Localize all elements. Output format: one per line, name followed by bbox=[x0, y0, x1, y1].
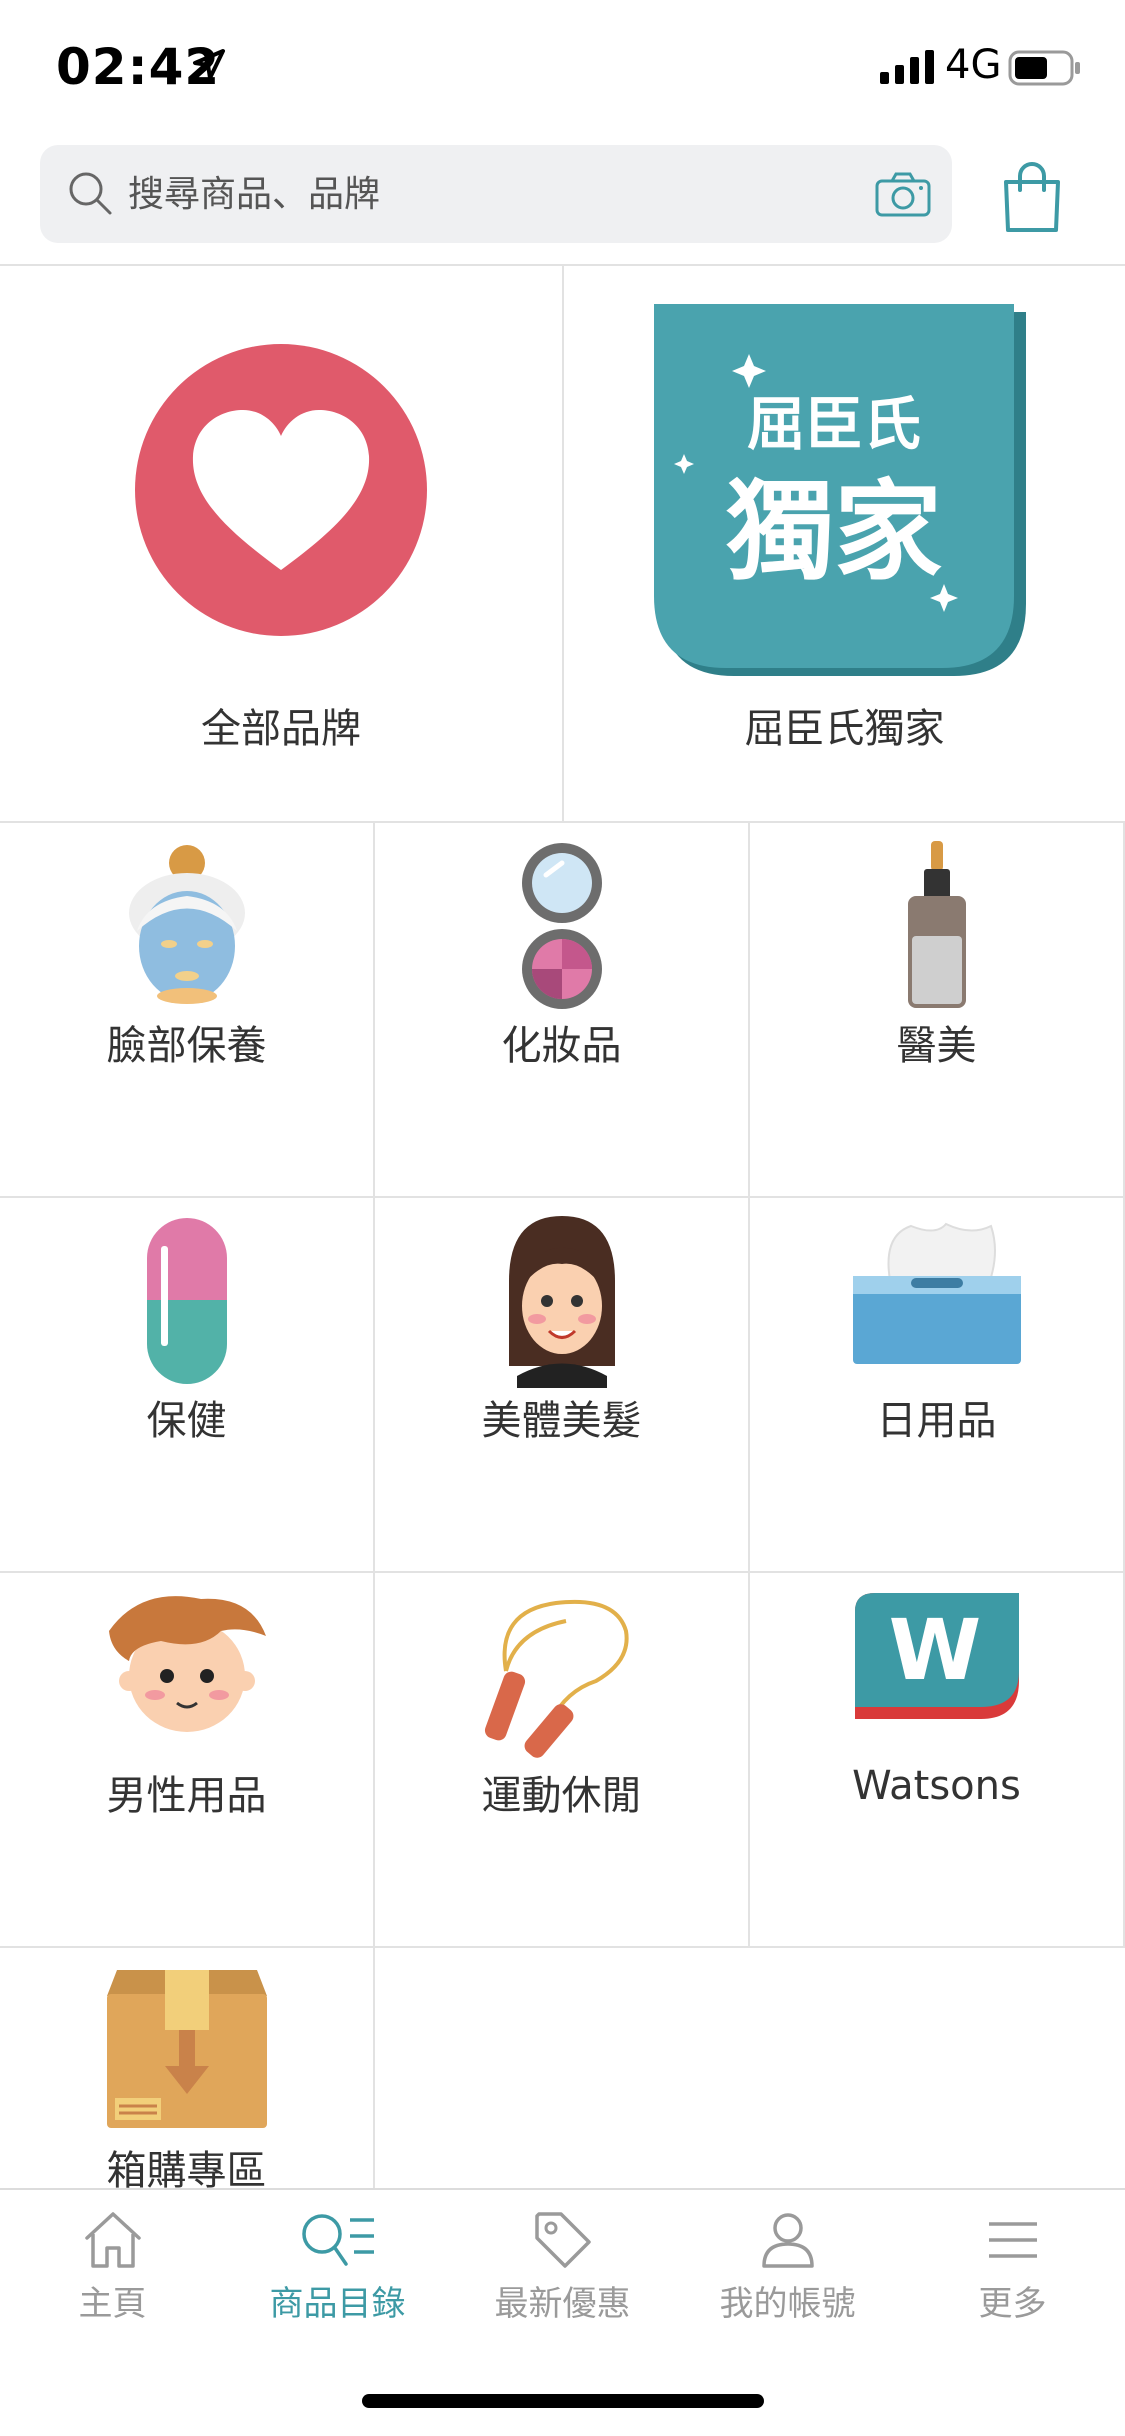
category-label: 男性用品 bbox=[106, 1773, 267, 1819]
category-watsons-brand[interactable]: W Watsons bbox=[750, 1573, 1125, 1948]
status-bar: 02:42 4G bbox=[0, 0, 1125, 135]
category-label: 運動休閒 bbox=[481, 1773, 642, 1819]
battery-icon bbox=[1008, 50, 1080, 86]
network-type: 4G bbox=[945, 42, 1002, 88]
tissue-box-icon bbox=[852, 1222, 1021, 1364]
category-bulk-buy[interactable]: 箱購專區 bbox=[0, 1948, 375, 2188]
watsons-logo-letter: W bbox=[888, 1601, 981, 1699]
search-icon bbox=[69, 172, 112, 215]
tab-home[interactable]: 主頁 bbox=[0, 2210, 225, 2350]
category-label: 保健 bbox=[146, 1398, 227, 1444]
man-face-icon bbox=[108, 1596, 266, 1732]
category-label: 醫美 bbox=[896, 1023, 977, 1069]
tab-label: 更多 bbox=[978, 2284, 1047, 2324]
category-label: 日用品 bbox=[876, 1398, 997, 1444]
category-label: 美體美髮 bbox=[481, 1398, 642, 1444]
category-daily-goods[interactable]: 日用品 bbox=[750, 1198, 1125, 1573]
tab-account[interactable]: 我的帳號 bbox=[675, 2210, 900, 2350]
category-health[interactable]: 保健 bbox=[0, 1198, 375, 1573]
heart-icon bbox=[135, 344, 427, 636]
shopping-bag-icon[interactable] bbox=[1000, 162, 1064, 234]
serum-bottle-icon bbox=[907, 841, 966, 1008]
location-arrow-icon bbox=[193, 49, 225, 80]
tab-promotions[interactable]: 最新優惠 bbox=[450, 2210, 675, 2350]
category-body-hair[interactable]: 美體美髮 bbox=[375, 1198, 750, 1573]
search-input[interactable] bbox=[128, 145, 848, 243]
badge-line2: 獨家 bbox=[726, 470, 942, 595]
woman-face-icon bbox=[508, 1216, 615, 1388]
watsons-exclusive-label: 屈臣氏獨家 bbox=[744, 706, 945, 752]
tab-label: 最新優惠 bbox=[494, 2284, 631, 2324]
tab-catalog[interactable]: 商品目錄 bbox=[225, 2210, 450, 2350]
tab-label: 主頁 bbox=[78, 2284, 147, 2324]
tab-label: 商品目錄 bbox=[269, 2284, 406, 2324]
watsons-exclusive-tile[interactable]: 屈臣氏 獨家 屈臣氏獨家 bbox=[562, 266, 1125, 821]
menu-icon bbox=[988, 2222, 1037, 2258]
category-label: Watsons bbox=[852, 1763, 1021, 1809]
home-icon bbox=[84, 2212, 141, 2268]
catalog-search-icon bbox=[301, 2214, 374, 2266]
watsons-exclusive-badge: 屈臣氏 獨家 bbox=[654, 304, 1026, 676]
category-men[interactable]: 男性用品 bbox=[0, 1573, 375, 1948]
all-brands-label: 全部品牌 bbox=[201, 706, 361, 752]
cellular-signal-icon bbox=[880, 50, 934, 84]
tab-label: 我的帳號 bbox=[719, 2284, 856, 2324]
search-bar[interactable] bbox=[40, 145, 952, 243]
capsule-icon bbox=[146, 1218, 227, 1384]
watsons-logo-icon: W bbox=[854, 1593, 1019, 1719]
compact-mirror-icon bbox=[521, 843, 602, 1009]
camera-icon[interactable] bbox=[874, 171, 932, 219]
category-label: 化妝品 bbox=[501, 1023, 622, 1069]
price-tag-icon bbox=[534, 2212, 591, 2268]
category-face-care[interactable]: 臉部保養 bbox=[0, 823, 375, 1198]
jump-rope-icon bbox=[484, 1599, 629, 1758]
category-grid: 全部品牌 屈臣氏 獨家 屈臣氏獨家 臉部保養 化妝品 醫美 保健 美體美髮 日用… bbox=[0, 266, 1125, 2188]
user-icon bbox=[761, 2213, 814, 2268]
category-label: 箱購專區 bbox=[106, 2148, 267, 2188]
category-medical-beauty[interactable]: 醫美 bbox=[750, 823, 1125, 1198]
tab-more[interactable]: 更多 bbox=[900, 2210, 1125, 2350]
featured-row: 全部品牌 屈臣氏 獨家 屈臣氏獨家 bbox=[0, 266, 1125, 823]
category-makeup[interactable]: 化妝品 bbox=[375, 823, 750, 1198]
home-indicator[interactable] bbox=[362, 2394, 764, 2408]
cardboard-box-icon bbox=[106, 1970, 267, 2128]
all-brands-tile[interactable]: 全部品牌 bbox=[0, 266, 562, 821]
category-sports[interactable]: 運動休閒 bbox=[375, 1573, 750, 1948]
category-label: 臉部保養 bbox=[106, 1023, 267, 1069]
badge-line1: 屈臣氏 bbox=[747, 390, 921, 458]
face-mask-icon bbox=[128, 845, 245, 1004]
catalog-screen: 02:42 4G 搜尋商品、品牌 全部品牌 屈臣氏 獨家 屈臣氏獨家 臉部保養 … bbox=[0, 0, 1125, 2436]
